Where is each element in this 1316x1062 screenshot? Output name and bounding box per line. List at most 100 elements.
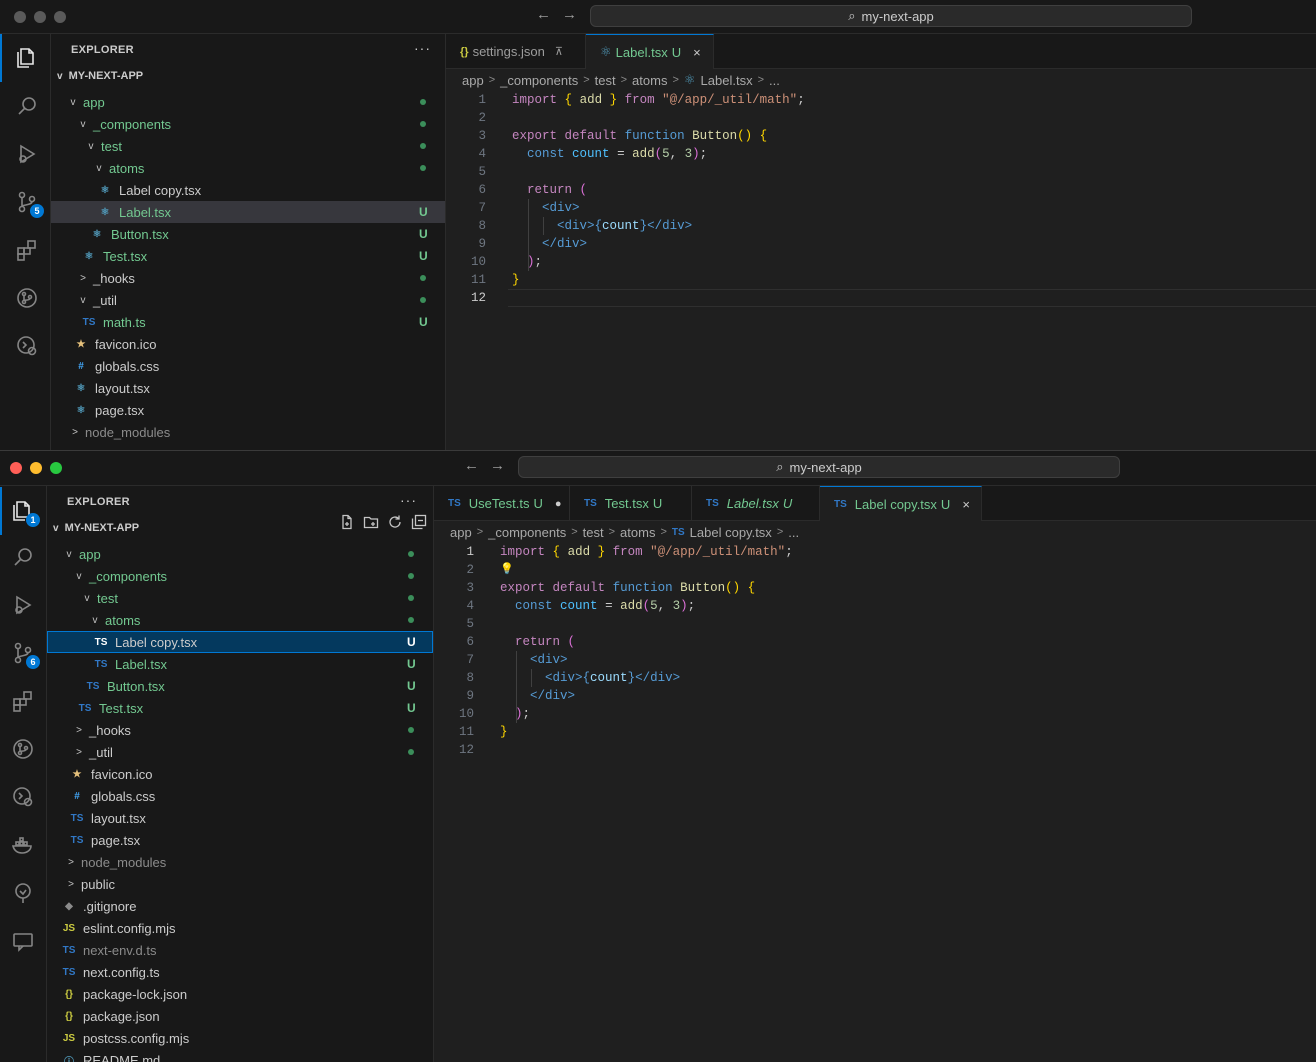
minimize-window-button[interactable] bbox=[34, 11, 46, 23]
minimize-window-button[interactable] bbox=[30, 462, 42, 474]
tree-item-layout-tsx[interactable]: TS layout.tsx bbox=[47, 807, 433, 829]
tree-item-readme-md[interactable]: ⓘ README.md bbox=[47, 1049, 433, 1062]
remote-explorer-icon[interactable] bbox=[10, 784, 36, 810]
tab-test-tsx[interactable]: TS Test.tsx U bbox=[570, 486, 692, 521]
tree-item-label-copy-tsx[interactable]: TS Label copy.tsx U bbox=[47, 631, 433, 653]
lightbulb-icon[interactable]: 💡 bbox=[500, 561, 514, 579]
back-arrow-icon[interactable]: ← bbox=[536, 6, 551, 23]
breadcrumb-item-label-tsx[interactable]: Label.tsx bbox=[701, 73, 753, 88]
extensions-icon[interactable] bbox=[10, 688, 36, 714]
tab-label-tsx[interactable]: ⚛ Label.tsx U × bbox=[586, 34, 714, 69]
tree-item-test[interactable]: v test bbox=[51, 135, 445, 157]
tree-item-label-copy-tsx[interactable]: ⚛ Label copy.tsx bbox=[51, 179, 445, 201]
tree-item-button-tsx[interactable]: ⚛ Button.tsx U bbox=[51, 223, 445, 245]
workspace-root[interactable]: v MY-NEXT-APP bbox=[53, 522, 139, 534]
tab-label-copy-tsx[interactable]: TS Label copy.tsx U × bbox=[820, 486, 982, 521]
tree-item-next-env-d-ts[interactable]: TS next-env.d.ts bbox=[47, 939, 433, 961]
new-folder-icon[interactable] bbox=[363, 514, 381, 532]
tree-item-label-tsx[interactable]: TS Label.tsx U bbox=[47, 653, 433, 675]
tree-item-label-tsx[interactable]: ⚛ Label.tsx U bbox=[51, 201, 445, 223]
tree-item-layout-tsx[interactable]: ⚛ layout.tsx bbox=[51, 377, 445, 399]
source-control-icon[interactable]: 6 bbox=[10, 640, 40, 669]
close-tab-icon[interactable]: × bbox=[962, 497, 970, 512]
close-window-button[interactable] bbox=[14, 11, 26, 23]
tree-item-node-modules[interactable]: > node_modules bbox=[47, 851, 433, 873]
tree-item-app[interactable]: v app bbox=[51, 91, 445, 113]
close-window-button[interactable] bbox=[10, 462, 22, 474]
breadcrumb-item-app[interactable]: app bbox=[462, 73, 484, 88]
run-debug-icon[interactable] bbox=[10, 592, 36, 618]
breadcrumb-item-more[interactable]: ... bbox=[788, 525, 799, 540]
breadcrumb-item-more[interactable]: ... bbox=[769, 73, 780, 88]
breadcrumb-item-test[interactable]: test bbox=[595, 73, 616, 88]
maximize-window-button[interactable] bbox=[54, 11, 66, 23]
explorer-icon[interactable]: 1 bbox=[10, 498, 40, 527]
tree-item-favicon-ico[interactable]: ★ favicon.ico bbox=[47, 763, 433, 785]
tab-usetest-ts[interactable]: TS UseTest.ts U ● bbox=[434, 486, 570, 521]
tree-item-page-tsx[interactable]: ⚛ page.tsx bbox=[51, 399, 445, 421]
tree-item-next-config-ts[interactable]: TS next.config.ts bbox=[47, 961, 433, 983]
tree-item-postcss-config-mjs[interactable]: JS postcss.config.mjs bbox=[47, 1027, 433, 1049]
breadcrumb-item-components[interactable]: _components bbox=[488, 525, 566, 540]
tree-item-test-tsx[interactable]: TS Test.tsx U bbox=[47, 697, 433, 719]
maximize-window-button[interactable] bbox=[50, 462, 62, 474]
tab-settings-json[interactable]: {} settings.json ⊼ bbox=[446, 34, 586, 69]
tree-item-util[interactable]: v _util bbox=[51, 289, 445, 311]
source-control-icon[interactable]: 5 bbox=[14, 189, 44, 218]
tree-item-button-tsx[interactable]: TS Button.tsx U bbox=[47, 675, 433, 697]
pin-icon[interactable]: ⊼ bbox=[555, 45, 563, 58]
git-graph-icon[interactable] bbox=[10, 736, 36, 762]
code-editor[interactable]: 1 import { add } from "@/app/_util/math";… bbox=[446, 91, 1316, 450]
chat-icon[interactable] bbox=[10, 928, 36, 954]
breadcrumb-item-atoms[interactable]: atoms bbox=[632, 73, 667, 88]
tree-item-hooks[interactable]: > _hooks bbox=[47, 719, 433, 741]
tree-item-page-tsx[interactable]: TS page.tsx bbox=[47, 829, 433, 851]
remote-explorer-icon[interactable] bbox=[14, 333, 40, 359]
tree-item-math-ts[interactable]: TS math.ts U bbox=[51, 311, 445, 333]
breadcrumb-item-app[interactable]: app bbox=[450, 525, 472, 540]
tree-item-atoms[interactable]: v atoms bbox=[47, 609, 433, 631]
tree-item-package-json[interactable]: {} package.json bbox=[47, 1005, 433, 1027]
new-file-icon[interactable] bbox=[339, 514, 357, 532]
tree-item-test[interactable]: v test bbox=[47, 587, 433, 609]
forward-arrow-icon[interactable]: → bbox=[490, 457, 505, 474]
tree-item-globals-css[interactable]: # globals.css bbox=[51, 355, 445, 377]
back-arrow-icon[interactable]: ← bbox=[464, 457, 479, 474]
breadcrumb-item-components[interactable]: _components bbox=[500, 73, 578, 88]
tab-label-tsx[interactable]: TS Label.tsx U bbox=[692, 486, 820, 521]
tree-item-atoms[interactable]: v atoms bbox=[51, 157, 445, 179]
explorer-icon[interactable] bbox=[14, 45, 40, 71]
command-center-search[interactable]: ⌕ my-next-app bbox=[518, 456, 1120, 478]
unsaved-dot-icon[interactable]: ● bbox=[555, 498, 562, 510]
forward-arrow-icon[interactable]: → bbox=[562, 6, 577, 23]
tree-item-favicon-ico[interactable]: ★ favicon.ico bbox=[51, 333, 445, 355]
search-icon[interactable] bbox=[14, 93, 40, 119]
tree-item-node-modules[interactable]: > node_modules bbox=[51, 421, 445, 443]
breadcrumb-item-test[interactable]: test bbox=[583, 525, 604, 540]
tree-item-app[interactable]: v app bbox=[47, 543, 433, 565]
docker-icon[interactable] bbox=[10, 832, 36, 858]
extensions-icon[interactable] bbox=[14, 237, 40, 263]
tree-item-eslint-config-mjs[interactable]: JS eslint.config.mjs bbox=[47, 917, 433, 939]
tree-item-util[interactable]: > _util bbox=[47, 741, 433, 763]
tree-item-gitignore[interactable]: ◆ .gitignore bbox=[47, 895, 433, 917]
more-actions-icon[interactable]: ··· bbox=[414, 40, 431, 56]
collapse-all-icon[interactable] bbox=[411, 514, 429, 532]
refresh-icon[interactable] bbox=[387, 514, 405, 532]
tree-item-public[interactable]: > public bbox=[47, 873, 433, 895]
git-graph-icon[interactable] bbox=[14, 285, 40, 311]
command-center-search[interactable]: ⌕ my-next-app bbox=[590, 5, 1192, 27]
more-actions-icon[interactable]: ··· bbox=[400, 492, 417, 508]
tree-item-package-lock-json[interactable]: {} package-lock.json bbox=[47, 983, 433, 1005]
tree-item-test-tsx[interactable]: ⚛ Test.tsx U bbox=[51, 245, 445, 267]
breadcrumb-item-label-copy-tsx[interactable]: Label copy.tsx bbox=[690, 525, 772, 540]
run-debug-icon[interactable] bbox=[14, 141, 40, 167]
breadcrumb-item-atoms[interactable]: atoms bbox=[620, 525, 655, 540]
close-tab-icon[interactable]: × bbox=[693, 45, 701, 60]
tree-item-hooks[interactable]: > _hooks bbox=[51, 267, 445, 289]
tree-item-components[interactable]: v _components bbox=[51, 113, 445, 135]
code-editor[interactable]: 1 import { add } from "@/app/_util/math";… bbox=[434, 543, 1316, 1062]
search-icon[interactable] bbox=[10, 544, 36, 570]
tree-item-components[interactable]: v _components bbox=[47, 565, 433, 587]
tree-item-globals-css[interactable]: # globals.css bbox=[47, 785, 433, 807]
